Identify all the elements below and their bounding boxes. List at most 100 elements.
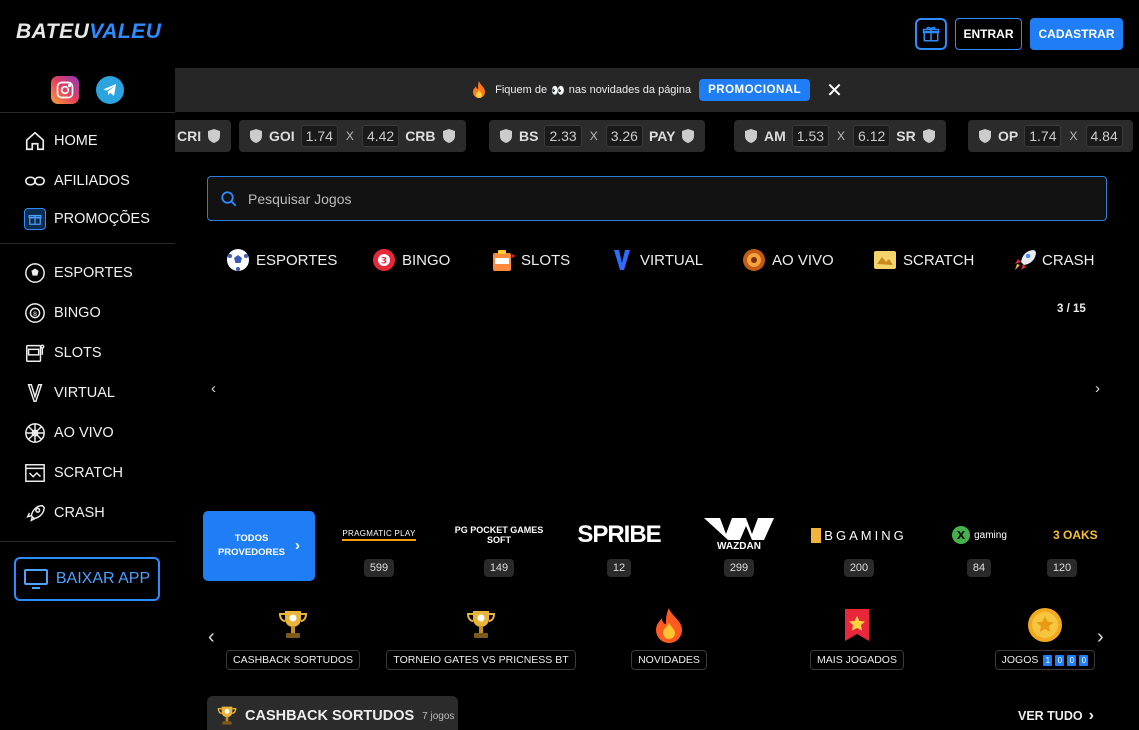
ticker-match[interactable]: CRI [175, 120, 232, 152]
sidebar-item-home[interactable]: HOME [24, 128, 98, 154]
category-ao-vivo[interactable]: AO VIVO [742, 246, 834, 274]
scratch-card-icon [24, 462, 46, 484]
sidebar-item-scratch[interactable]: SCRATCH [24, 460, 123, 486]
odd-home[interactable]: 1.74 [1024, 125, 1062, 147]
sidebar-item-slots[interactable]: SLOTS [24, 340, 102, 366]
download-app-label: BAIXAR APP [55, 570, 151, 587]
sidebar-item-promocoes[interactable]: PROMOÇÕES [24, 206, 150, 232]
download-app-button[interactable]: BAIXAR APP [14, 557, 160, 601]
odd-away[interactable]: 3.26 [605, 125, 643, 147]
team-away: CRB [405, 128, 436, 144]
sidebar-item-label: SLOTS [54, 345, 102, 361]
three-oaks-logo: 3 OAKS [1039, 512, 1111, 558]
category-scratch[interactable]: SCRATCH [873, 246, 974, 274]
telegram-link[interactable] [96, 76, 124, 104]
provider-name: gaming [974, 529, 1007, 541]
sidebar-item-label: PROMOÇÕES [54, 211, 150, 227]
close-icon[interactable]: ✕ [826, 78, 843, 103]
soccer-ball-icon [226, 248, 250, 272]
all-providers-label: TODOS PROVEDORES [218, 532, 285, 560]
provider-clip: 3 OAKS 120 [1039, 512, 1111, 582]
provider-card[interactable]: PG POCKET GAMES SOFT 149 [439, 512, 559, 577]
provider-card[interactable]: 3 OAKS 120 [1039, 512, 1111, 577]
instagram-link[interactable] [51, 76, 79, 104]
rocket-icon [1012, 248, 1036, 272]
promo-button[interactable]: PROMOCIONAL [699, 79, 811, 101]
sidebar-item-bingo[interactable]: 8 BINGO [24, 300, 101, 326]
odd-away[interactable]: 6.12 [853, 125, 891, 147]
provider-name: WAZDAN [717, 541, 761, 552]
collection-jogos-1000[interactable]: JOGOS 1 0 0 0 [992, 606, 1098, 670]
chevron-right-icon: › [295, 537, 301, 554]
all-providers-button[interactable]: TODOS PROVEDORES › [203, 511, 315, 581]
provider-card[interactable]: SPRIBE 12 [559, 512, 679, 577]
collections-prev-icon[interactable]: ‹ [208, 626, 215, 649]
see-all-link[interactable]: VER TUDO › [1018, 707, 1094, 725]
shield-icon [979, 129, 991, 143]
trophy-icon [278, 606, 308, 644]
odd-home[interactable]: 1.53 [791, 125, 830, 147]
gold-coin-icon [1027, 606, 1063, 644]
ticker-match[interactable]: GOI 1.74 X 4.42 CRB [239, 120, 466, 152]
collection-mais-jogados[interactable]: MAIS JOGADOS [810, 606, 904, 670]
login-button[interactable]: ENTRAR [955, 18, 1022, 50]
telegram-icon [103, 84, 116, 96]
carousel-counter: 3 / 15 [1057, 303, 1086, 315]
odd-away[interactable]: 4.42 [361, 125, 400, 147]
ticker-match[interactable]: AM 1.53 X 6.12 SR [734, 120, 946, 152]
provider-count: 149 [483, 559, 515, 577]
provider-card[interactable]: BGAMING 200 [799, 512, 919, 577]
collections-next-icon[interactable]: › [1097, 626, 1104, 649]
category-esportes[interactable]: ESPORTES [226, 246, 337, 274]
slot-machine-icon [24, 342, 46, 364]
sidebar-item-ao-vivo[interactable]: AO VIVO [24, 420, 114, 446]
monitor-icon [23, 569, 48, 589]
trophy-icon [466, 606, 496, 644]
counter-digit: 0 [1055, 654, 1065, 666]
star-bookmark-icon [842, 606, 872, 644]
provider-card[interactable]: X gaming 84 [919, 512, 1039, 577]
link-icon [24, 170, 46, 192]
register-button[interactable]: CADASTRAR [1030, 18, 1123, 50]
collection-torneio[interactable]: TORNEIO GATES VS PRICNESS BT [386, 606, 576, 670]
carousel-next-icon[interactable]: › [1095, 380, 1100, 397]
provider-card[interactable]: PRAGMATIC PLAY 599 [319, 512, 439, 577]
odd-home[interactable]: 2.33 [544, 125, 582, 147]
category-virtual[interactable]: VIRTUAL [610, 246, 703, 274]
sidebar-item-virtual[interactable]: VIRTUAL [24, 380, 115, 406]
bgaming-logo: BGAMING [799, 512, 919, 558]
collection-novidades[interactable]: NOVIDADES [631, 606, 707, 670]
category-slots[interactable]: SLOTS [491, 246, 570, 274]
shield-icon [745, 129, 757, 143]
provider-card[interactable]: WAZDAN 299 [679, 512, 799, 577]
odd-home[interactable]: 1.74 [300, 125, 338, 147]
search-input[interactable] [248, 190, 1048, 207]
collection-label: JOGOS 1 0 0 0 [994, 650, 1096, 670]
provider-count: 200 [843, 559, 875, 577]
svg-text:X: X [957, 529, 966, 542]
category-crash[interactable]: CRASH [1012, 246, 1095, 274]
trophy-icon [217, 706, 237, 725]
sidebar-item-esportes[interactable]: ESPORTES [24, 260, 133, 286]
carousel-prev-icon[interactable]: ‹ [211, 380, 216, 397]
collection-cashback[interactable]: CASHBACK SORTUDOS [226, 606, 360, 670]
category-bingo[interactable]: 3 BINGO [372, 246, 450, 274]
category-label: SCRATCH [903, 251, 975, 269]
ticker-match[interactable]: OP 1.74 X 4.84 [968, 120, 1133, 152]
sidebar-item-afiliados[interactable]: AFILIADOS [24, 168, 130, 194]
shield-icon [442, 129, 455, 143]
all-providers-line2: PROVEDORES [217, 547, 286, 558]
counter-digit: 0 [1079, 654, 1089, 666]
team-home: OP [998, 128, 1019, 144]
ticker-match[interactable]: BS 2.33 X 3.26 PAY [489, 120, 706, 152]
odd-away[interactable]: 4.84 [1085, 125, 1123, 147]
sidebar-item-crash[interactable]: CRASH [24, 500, 105, 526]
section-tab-cashback[interactable]: CASHBACK SORTUDOS 7 jogos [207, 696, 458, 730]
gift-button[interactable] [915, 18, 947, 50]
odd-separator: X [589, 129, 598, 143]
shield-icon [208, 129, 221, 143]
bingo-ball-icon: 3 [372, 248, 396, 272]
gaming-logo: X gaming [919, 512, 1039, 558]
svg-text:8: 8 [33, 310, 37, 318]
site-logo[interactable]: BATEUVALEU [16, 20, 161, 44]
